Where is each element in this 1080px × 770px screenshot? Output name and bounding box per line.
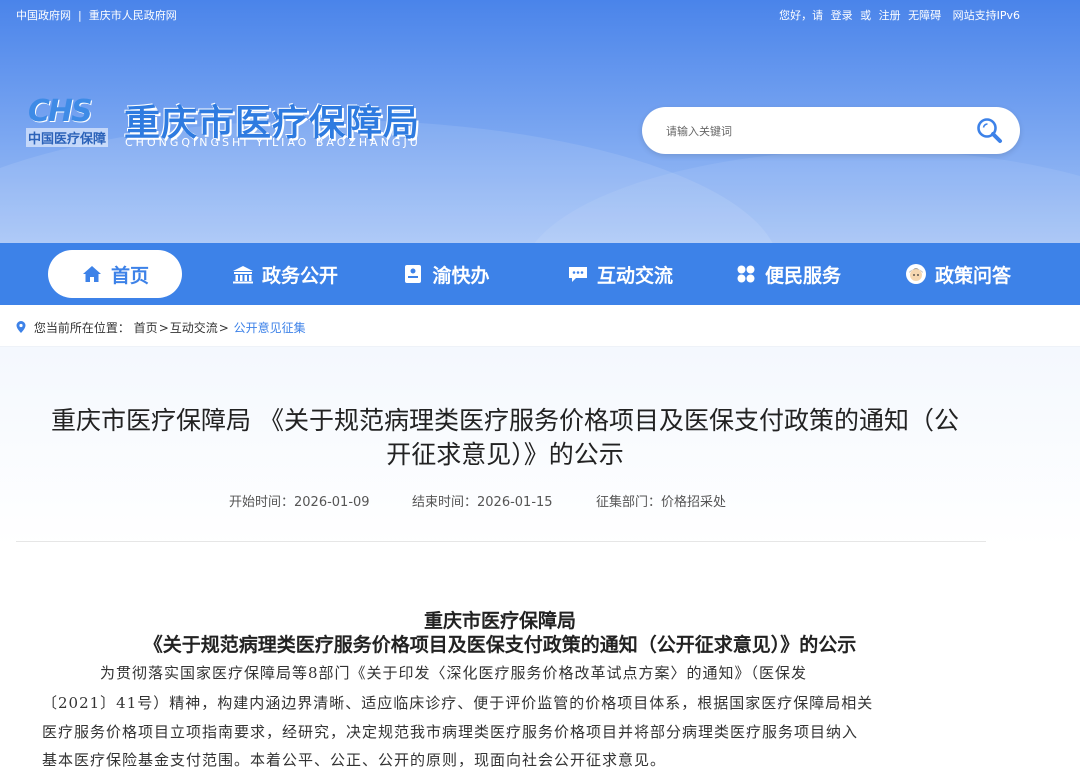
breadcrumb-separator: > [218, 321, 229, 335]
document-paragraph-line: 〔2021〕41号）精神，构建内涵边界清晰、适应临床诊疗、便于评价监管的价格项目… [42, 694, 874, 712]
ipv6-text: 网站支持IPv6 [952, 9, 1020, 22]
nav-item-label: 政务公开 [261, 264, 338, 287]
logo-mark-cn: 中国医疗保障 [26, 128, 109, 147]
search-box [642, 107, 1020, 154]
home-icon [82, 266, 101, 282]
start-time: 开始时间：2026-01-09 [229, 495, 370, 510]
nav-item-label: 政策问答 [934, 264, 1011, 287]
chs-logo-icon: CHS 中国医疗保障 [26, 92, 116, 154]
site-logo[interactable]: CHS 中国医疗保障 重庆市医疗保障局 CHONGQINGSHI YILIAO … [26, 92, 446, 154]
breadcrumb-prefix: 您当前所在位置： [33, 321, 130, 335]
nav-item-policy-qa[interactable]: 政策问答 [896, 250, 1020, 298]
document-paragraph-line: 为贯彻落实国家医疗保障局等8部门《关于印发〈深化医疗服务价格改革试点方案〉的通知… [100, 664, 808, 682]
site-subtitle: CHONGQINGSHI YILIAO BAOZHANGJU [125, 136, 421, 149]
chat-icon [568, 267, 587, 282]
end-time: 结束时间：2026-01-15 [412, 495, 553, 510]
document-subheading: 《关于规范病理类医疗服务价格项目及医保支付政策的通知（公开征求意见）》的公示 [143, 634, 857, 656]
grid-icon [737, 265, 755, 283]
nav-item-yukuaiban[interactable]: 渝快办 [396, 250, 496, 298]
nav-item-interaction[interactable]: 互动交流 [560, 250, 680, 298]
nav-item-label: 便民服务 [764, 264, 841, 287]
department: 征集部门：价格招采处 [596, 495, 727, 510]
nav-item-label: 首页 [110, 264, 149, 287]
breadcrumb-separator: > [158, 321, 169, 335]
building-icon [232, 266, 253, 284]
document-icon [405, 265, 422, 283]
city-gov-link[interactable]: 重庆市人民政府网 [89, 9, 177, 22]
nav-item-label: 互动交流 [596, 264, 673, 287]
divider: | [78, 9, 82, 22]
document-heading: 重庆市医疗保障局 [423, 610, 576, 632]
page-title: 重庆市医疗保障局 《关于规范病理类医疗服务价格项目及医保支付政策的通知（公 开征… [40, 404, 970, 472]
nav-item-label: 渝快办 [432, 264, 490, 287]
site-header: 中国政府网 | 重庆市人民政府网 您好，请 登录 或 注册 无障碍 网站支持IPv6… [0, 0, 1080, 243]
nav-item-home[interactable]: 首页 [48, 250, 182, 298]
login-link[interactable]: 登录 [831, 9, 853, 22]
breadcrumb-interaction[interactable]: 互动交流 [170, 321, 218, 335]
search-input[interactable] [666, 121, 966, 141]
breadcrumb-home[interactable]: 首页 [134, 321, 158, 335]
title-line-2: 开征求意见）》的公示 [386, 440, 624, 469]
register-link[interactable]: 注册 [879, 9, 901, 22]
top-bar: 中国政府网 | 重庆市人民政府网 您好，请 登录 或 注册 无障碍 网站支持IPv6 [0, 7, 1080, 23]
greeting-text: 您好，请 [779, 9, 824, 22]
gov-link[interactable]: 中国政府网 [16, 9, 71, 22]
document-paragraph-line: 基本医疗保险基金支付范围。本着公平、公正、公开的原则，现面向社会公开征求意见。 [42, 751, 667, 769]
main-nav: 首页 政务公开 渝快办 互动交流 便民服务 政策问答 [0, 243, 1080, 305]
nav-item-gov-affairs[interactable]: 政务公开 [225, 250, 345, 298]
search-button[interactable] [974, 115, 1006, 147]
title-divider [16, 541, 986, 542]
accessibility-link[interactable]: 无障碍 [908, 9, 941, 22]
breadcrumb: 您当前所在位置： 首页>互动交流> 公开意见征集 [16, 319, 306, 335]
logo-mark-text: CHS [28, 94, 93, 129]
breadcrumb-current[interactable]: 公开意见征集 [234, 321, 306, 335]
title-line-1: 重庆市医疗保障局 《关于规范病理类医疗服务价格项目及医保支付政策的通知（公 [51, 406, 959, 435]
location-pin-icon [16, 321, 26, 333]
assistant-icon [905, 264, 926, 284]
or-text: 或 [860, 9, 872, 22]
search-icon [977, 118, 1002, 143]
nav-item-services[interactable]: 便民服务 [728, 250, 848, 298]
document-paragraph-line: 医疗服务价格项目立项指南要求，经研究，决定规范我市病理类医疗服务价格项目并将部分… [42, 723, 859, 741]
